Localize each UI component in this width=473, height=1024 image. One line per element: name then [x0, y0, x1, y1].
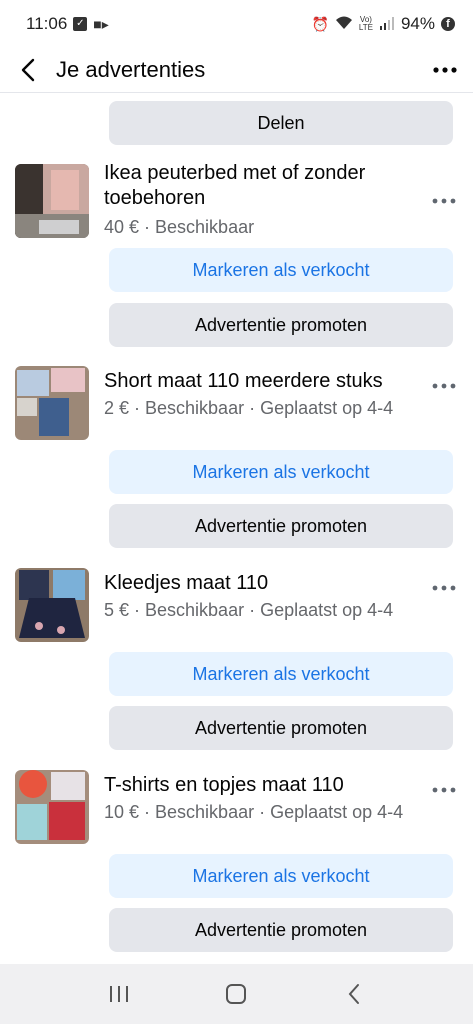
listing-meta: 5 € · Beschikbaar · Geplaatst op 4-4 — [104, 600, 394, 620]
arrow-left-icon — [21, 58, 35, 82]
listing-title[interactable]: Ikea peuterbed met of zonder toebehoren — [104, 161, 404, 211]
listing-more-button[interactable] — [429, 376, 459, 396]
signal-icon — [379, 16, 395, 33]
listing-meta: 40 € · Beschikbaar — [104, 217, 255, 237]
video-notification-icon: ■▸ — [93, 15, 109, 32]
listing-thumbnail[interactable] — [15, 568, 89, 642]
listing-title[interactable]: Kleedjes maat 110 — [104, 571, 404, 596]
mark-sold-button[interactable]: Markeren als verkocht — [109, 652, 453, 696]
listing-title[interactable]: T-shirts en topjes maat 110 — [104, 773, 404, 798]
checkbox-notification-icon: ✓ — [73, 17, 88, 31]
listing-thumbnail[interactable] — [15, 366, 89, 440]
app-header: Je advertenties — [0, 48, 473, 92]
listing-meta: 2 € · Beschikbaar · Geplaatst op 4-4 — [104, 398, 394, 418]
home-icon — [226, 984, 247, 1004]
promote-button[interactable]: Advertentie promoten — [109, 303, 453, 347]
listing-meta: 10 € · Beschikbaar · Geplaatst op 4-4 — [104, 802, 404, 822]
listing-more-button[interactable] — [429, 578, 459, 598]
listing-thumbnail[interactable] — [15, 770, 89, 844]
more-horizontal-icon — [432, 787, 456, 793]
more-horizontal-icon — [432, 585, 456, 591]
more-horizontal-icon — [432, 198, 456, 204]
mark-sold-button[interactable]: Markeren als verkocht — [109, 450, 453, 494]
share-button[interactable]: Delen — [109, 101, 453, 145]
promote-button[interactable]: Advertentie promoten — [109, 706, 453, 750]
back-button[interactable] — [0, 48, 56, 92]
system-back-button[interactable] — [324, 972, 384, 1016]
promote-button[interactable]: Advertentie promoten — [109, 908, 453, 952]
battery-percent: 94% — [400, 14, 435, 33]
status-bar: 11:06 ✓ ■▸ ⏰ Vo) LTE 94% f — [0, 0, 473, 48]
page-title: Je advertenties — [56, 57, 206, 82]
recent-apps-icon — [109, 986, 128, 1002]
alarm-icon: ⏰ — [311, 15, 329, 32]
wifi-icon — [335, 16, 353, 33]
more-horizontal-icon — [432, 383, 456, 389]
listing-more-button[interactable] — [429, 191, 459, 211]
status-left: 11:06 ✓ ■▸ — [26, 14, 109, 34]
mark-sold-button[interactable]: Markeren als verkocht — [109, 248, 453, 292]
listing-title[interactable]: Short maat 110 meerdere stuks — [104, 369, 404, 394]
listing-thumbnail[interactable] — [15, 164, 89, 238]
more-options-button[interactable] — [417, 48, 473, 92]
home-button[interactable] — [206, 972, 266, 1016]
facebook-notification-icon: f — [441, 17, 455, 31]
status-right: ⏰ Vo) LTE 94% f — [311, 14, 455, 34]
system-nav-bar — [0, 964, 473, 1024]
promote-button[interactable]: Advertentie promoten — [109, 504, 453, 548]
status-time: 11:06 — [26, 14, 68, 33]
header-divider — [0, 92, 473, 93]
mark-sold-button[interactable]: Markeren als verkocht — [109, 854, 453, 898]
more-horizontal-icon — [433, 67, 457, 73]
volte-icon: Vo) LTE — [358, 15, 373, 32]
listing-more-button[interactable] — [429, 780, 459, 800]
chevron-left-icon — [348, 984, 360, 1004]
recent-apps-button[interactable] — [89, 972, 149, 1016]
